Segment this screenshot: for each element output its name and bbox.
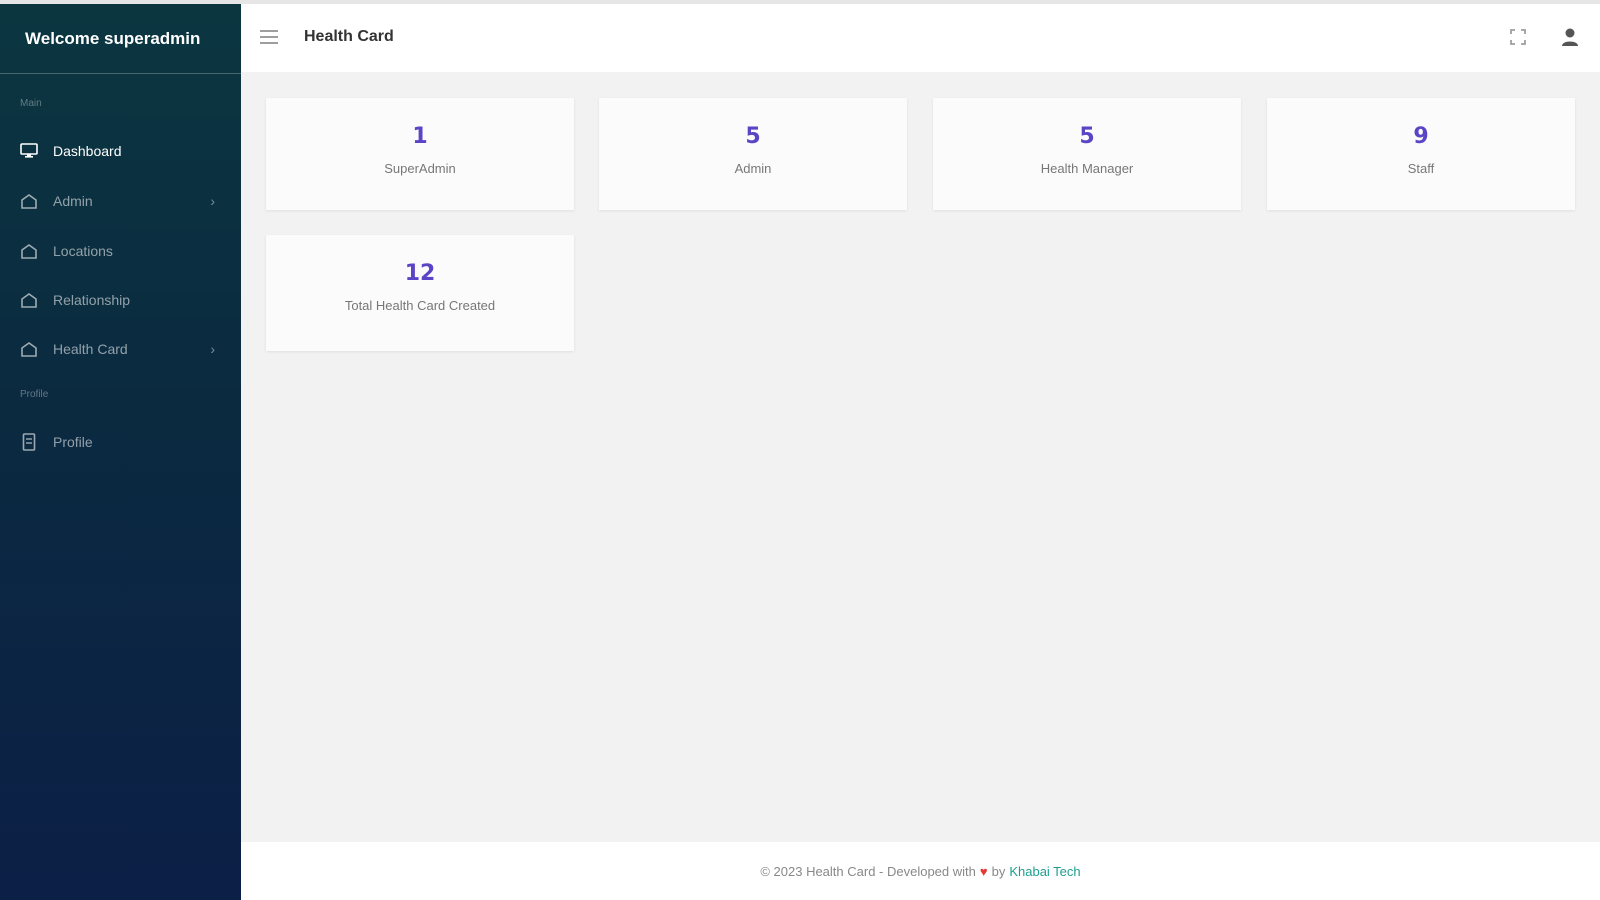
sidebar-item-label: Dashboard <box>53 143 122 159</box>
stat-value: 1 <box>412 124 428 149</box>
chevron-right-icon: › <box>210 193 215 209</box>
sidebar-section-main: Main <box>20 98 42 109</box>
user-icon[interactable] <box>1559 26 1581 48</box>
monitor-icon <box>19 141 39 161</box>
sidebar-item-dashboard[interactable]: Dashboard <box>0 131 241 171</box>
stat-label: SuperAdmin <box>384 161 456 176</box>
stat-value: 5 <box>745 124 761 149</box>
footer-copyright: © 2023 Health Card - Developed with <box>760 863 976 879</box>
home-icon <box>19 191 39 211</box>
sidebar-section-profile: Profile <box>20 389 49 400</box>
sidebar-item-label: Health Card <box>53 341 128 357</box>
stat-value: 5 <box>1079 124 1095 149</box>
sidebar-item-locations[interactable]: Locations <box>0 231 241 271</box>
sidebar-item-health-card[interactable]: Health Card › <box>0 329 241 369</box>
top-header: Health Card <box>241 4 1600 72</box>
stat-label: Admin <box>734 161 772 176</box>
stat-card-total-health-card[interactable]: 12 Total Health Card Created <box>266 235 574 351</box>
sidebar-item-label: Profile <box>53 434 93 450</box>
stat-card-staff[interactable]: 9 Staff <box>1267 98 1575 210</box>
footer-by: by <box>991 863 1006 879</box>
home-icon <box>19 241 39 261</box>
sidebar-item-relationship[interactable]: Relationship <box>0 280 241 320</box>
document-icon <box>19 432 39 452</box>
fullscreen-icon[interactable] <box>1509 28 1527 46</box>
chevron-right-icon: › <box>210 341 215 357</box>
sidebar-item-label: Admin <box>53 193 93 209</box>
top-border <box>0 0 1600 4</box>
home-icon <box>19 290 39 310</box>
footer-company-link[interactable]: Khabai Tech <box>1009 864 1080 879</box>
hamburger-menu-icon[interactable] <box>260 30 278 44</box>
sidebar-item-admin[interactable]: Admin › <box>0 181 241 221</box>
stat-label: Staff <box>1407 161 1435 176</box>
stat-value: 12 <box>404 261 436 286</box>
footer: © 2023 Health Card - Developed with ♥ by… <box>241 842 1600 900</box>
sidebar-item-label: Locations <box>53 243 113 259</box>
sidebar: Welcome superadmin Main Dashboard Admin … <box>0 4 241 900</box>
stat-value: 9 <box>1413 124 1429 149</box>
stat-card-admin[interactable]: 5 Admin <box>599 98 907 210</box>
home-icon <box>19 339 39 359</box>
sidebar-brand: Welcome superadmin <box>0 4 241 74</box>
heart-icon: ♥ <box>979 863 988 879</box>
stat-card-health-manager[interactable]: 5 Health Manager <box>933 98 1241 210</box>
stat-card-superadmin[interactable]: 1 SuperAdmin <box>266 98 574 210</box>
stat-label: Health Manager <box>1040 161 1134 176</box>
stat-label: Total Health Card Created <box>344 298 496 313</box>
page-title: Health Card <box>304 28 394 45</box>
sidebar-item-profile[interactable]: Profile <box>0 422 241 462</box>
sidebar-item-label: Relationship <box>53 292 131 308</box>
